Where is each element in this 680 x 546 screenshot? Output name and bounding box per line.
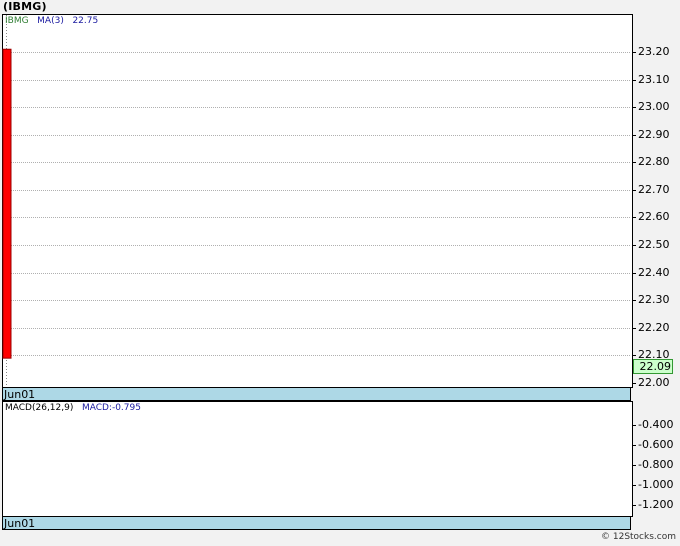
macd-date-strip: Jun01 bbox=[2, 516, 631, 530]
price-y-tick-label: 22.40 bbox=[638, 266, 670, 279]
price-y-tick-label: 22.10 bbox=[638, 348, 670, 361]
price-y-tick-label: 22.70 bbox=[638, 183, 670, 196]
price-y-tick-label: 23.10 bbox=[638, 73, 670, 86]
macd-legend-value: MACD:-0.795 bbox=[81, 403, 141, 413]
price-y-tickmark bbox=[632, 300, 636, 301]
price-y-tick-label: 22.50 bbox=[638, 238, 670, 251]
watermark: © 12Stocks.com bbox=[601, 532, 676, 542]
price-y-tick-label: 22.30 bbox=[638, 293, 670, 306]
macd-y-tickmark bbox=[632, 445, 636, 446]
price-y-tickmark bbox=[632, 80, 636, 81]
price-y-tickmark bbox=[632, 355, 636, 356]
price-y-tickmark bbox=[632, 135, 636, 136]
price-y-tick-label: 22.90 bbox=[638, 128, 670, 141]
macd-y-tick-label: -1.200 bbox=[638, 498, 674, 511]
price-legend: IBMG MA(3) 22.75 bbox=[5, 16, 98, 26]
macd-y-tickmark bbox=[632, 465, 636, 466]
price-date-label: Jun01 bbox=[4, 388, 36, 401]
price-y-tick-label: 23.20 bbox=[638, 45, 670, 58]
macd-y-tick-label: -0.400 bbox=[638, 418, 674, 431]
price-y-tickmark bbox=[632, 190, 636, 191]
price-y-tick-label: 22.60 bbox=[638, 210, 670, 223]
price-y-tickmark bbox=[632, 273, 636, 274]
macd-y-tickmark bbox=[632, 485, 636, 486]
price-y-tickmark bbox=[632, 162, 636, 163]
price-y-tickmark bbox=[632, 107, 636, 108]
macd-y-tickmark bbox=[632, 505, 636, 506]
last-price-label: 22.09 bbox=[633, 359, 673, 374]
price-date-strip: Jun01 bbox=[2, 387, 631, 401]
price-y-tick-label: 22.80 bbox=[638, 155, 670, 168]
price-y-tick-label: 22.20 bbox=[638, 321, 670, 334]
macd-legend-label: MACD(26,12,9) bbox=[5, 403, 74, 413]
price-y-tick-label: 23.00 bbox=[638, 100, 670, 113]
price-y-tickmark bbox=[632, 328, 636, 329]
macd-legend: MACD(26,12,9) MACD:-0.795 bbox=[5, 403, 141, 413]
macd-panel bbox=[2, 401, 633, 517]
macd-y-tick-label: -0.800 bbox=[638, 458, 674, 471]
legend-ma-label: MA(3) bbox=[37, 16, 64, 26]
price-y-tickmark bbox=[632, 217, 636, 218]
price-y-tick-label: 22.00 bbox=[638, 376, 670, 389]
price-y-tickmark bbox=[632, 245, 636, 246]
candle-body bbox=[2, 48, 12, 359]
legend-symbol: IBMG bbox=[5, 16, 29, 26]
macd-y-tick-label: -0.600 bbox=[638, 438, 674, 451]
macd-date-label: Jun01 bbox=[4, 517, 36, 530]
macd-y-tickmark bbox=[632, 425, 636, 426]
price-y-tickmark bbox=[632, 52, 636, 53]
price-y-tickmark bbox=[632, 383, 636, 384]
macd-y-tick-label: -1.000 bbox=[638, 478, 674, 491]
legend-ma-value: 22.75 bbox=[72, 16, 99, 26]
